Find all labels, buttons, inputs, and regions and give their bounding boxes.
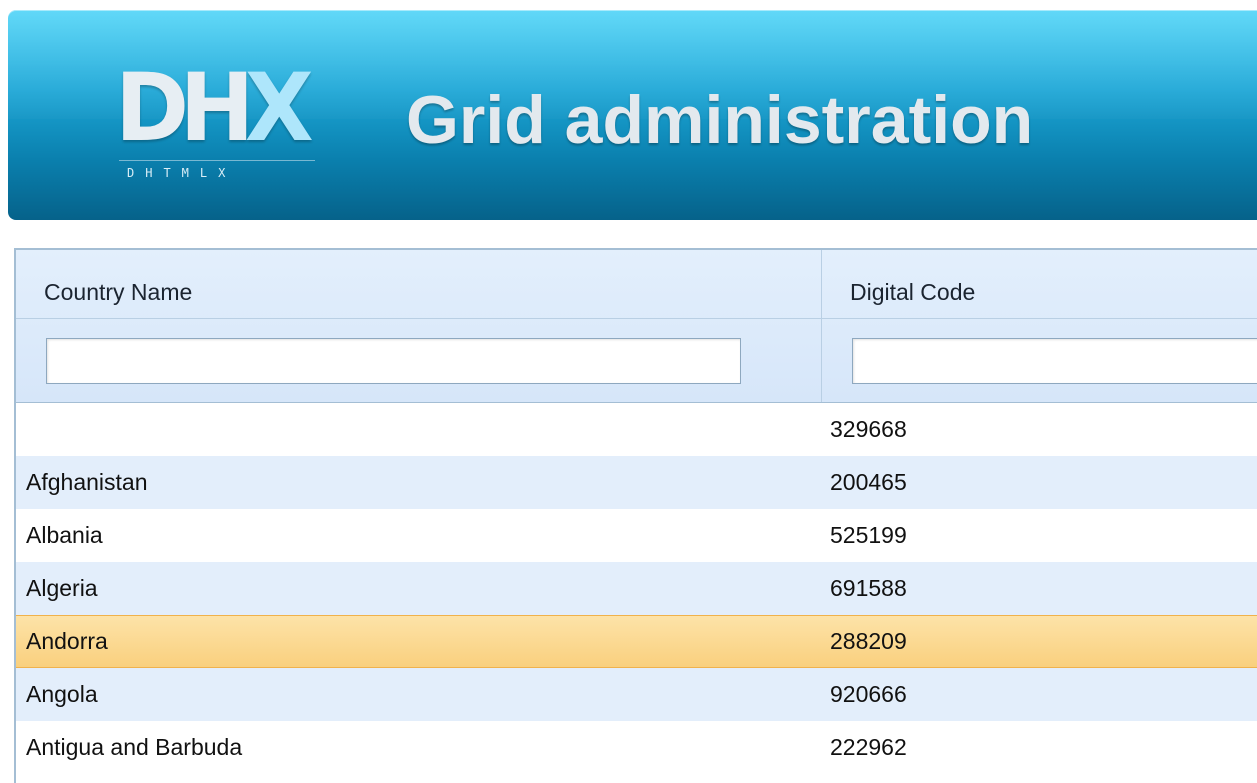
- digital-code-cell[interactable]: 222962: [830, 721, 1250, 774]
- digital-code-cell[interactable]: 288209: [830, 616, 1250, 667]
- digital-code-cell[interactable]: 525199: [830, 509, 1250, 562]
- logo-mark: DHX: [115, 54, 314, 163]
- dhx-logo: DHX DHTMLX: [115, 62, 315, 192]
- country-name-cell[interactable]: Andorra: [26, 616, 806, 667]
- country-name-cell[interactable]: Afghanistan: [26, 456, 806, 509]
- column-header-country-name[interactable]: Country Name: [16, 250, 822, 318]
- filter-row: [16, 319, 1257, 402]
- grid-header: Country Name Digital Code: [16, 250, 1257, 403]
- logo-subtext: DHTMLX: [127, 166, 237, 180]
- column-header-row: Country Name Digital Code: [16, 250, 1257, 319]
- table-row-selected[interactable]: Andorra 288209: [16, 615, 1257, 668]
- logo-divider: [119, 160, 315, 161]
- grid-body: 329668 Afghanistan 200465 Albania 525199…: [16, 403, 1257, 774]
- country-name-cell[interactable]: Angola: [26, 668, 806, 721]
- table-row[interactable]: Algeria 691588: [16, 562, 1257, 615]
- column-header-digital-code[interactable]: Digital Code: [822, 250, 1257, 318]
- digital-code-cell[interactable]: 920666: [830, 668, 1250, 721]
- table-row[interactable]: Albania 525199: [16, 509, 1257, 562]
- table-row[interactable]: Afghanistan 200465: [16, 456, 1257, 509]
- country-name-filter-input[interactable]: [46, 338, 741, 384]
- digital-code-cell[interactable]: 691588: [830, 562, 1250, 615]
- filter-cell-country-name: [16, 319, 822, 402]
- digital-code-cell[interactable]: 200465: [830, 456, 1250, 509]
- country-name-cell[interactable]: Algeria: [26, 562, 806, 615]
- digital-code-cell[interactable]: 329668: [830, 403, 1250, 456]
- country-name-cell[interactable]: Albania: [26, 509, 806, 562]
- country-name-cell[interactable]: Antigua and Barbuda: [26, 721, 806, 774]
- page-title: Grid administration: [406, 82, 1034, 158]
- table-row[interactable]: Angola 920666: [16, 668, 1257, 721]
- table-row[interactable]: 329668: [16, 403, 1257, 456]
- digital-code-filter-input[interactable]: [852, 338, 1257, 384]
- filter-cell-digital-code: [822, 319, 1257, 402]
- data-grid: Country Name Digital Code 329668 Afghani…: [14, 248, 1257, 783]
- table-row[interactable]: Antigua and Barbuda 222962: [16, 721, 1257, 774]
- app-header: DHX DHTMLX Grid administration: [8, 10, 1257, 220]
